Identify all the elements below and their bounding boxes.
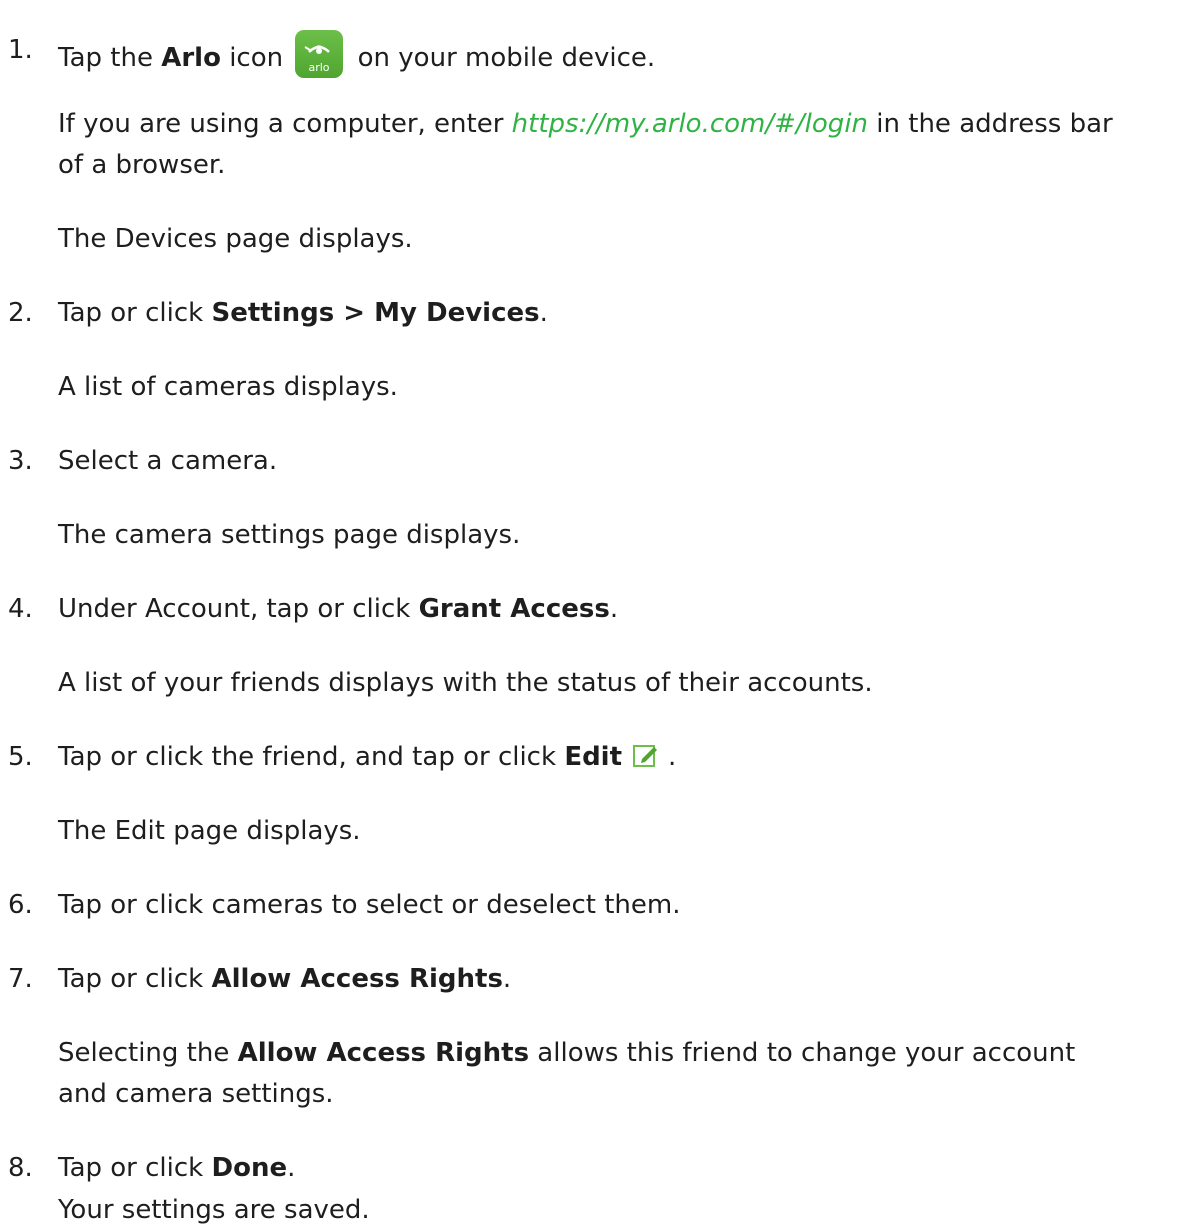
app-name: Arlo [161,43,221,73]
step-number: 8. [8,1153,33,1183]
step-2-result: A list of cameras displays. [58,372,398,402]
step-1-text: Tap the Arlo icon arlo on your mobile de… [58,30,655,78]
step-3-result: The camera settings page displays. [58,520,521,550]
step-number: 4. [8,594,33,624]
settings-my-devices-label: Settings > My Devices [211,298,540,328]
arlo-icon-label: arlo [309,61,330,74]
step-number: 5. [8,742,33,772]
edit-label: Edit [564,742,623,772]
step-number: 6. [8,890,33,920]
step-number: 3. [8,446,33,476]
step-8-text: Tap or click Done. [58,1153,296,1183]
pencil-edit-icon [632,741,660,769]
step-7-result: Selecting the Allow Access Rights allows… [58,1038,1076,1068]
step-5-result: The Edit page displays. [58,816,361,846]
step-number: 2. [8,298,33,328]
step-8-result: Your settings are saved. [58,1195,370,1225]
arlo-app-icon: arlo [295,30,344,78]
step-4-result: A list of your friends displays with the… [58,668,873,698]
step-7-result-line2: and camera settings. [58,1079,334,1109]
step-number: 1. [8,35,33,65]
step-4-text: Under Account, tap or click Grant Access… [58,594,619,624]
step-1-note: If you are using a computer, enter https… [58,109,1113,139]
step-number: 7. [8,964,33,994]
login-link[interactable]: https://my.arlo.com/#/login [512,109,868,139]
step-1-note-line2: of a browser. [58,150,226,180]
step-1-result: The Devices page displays. [58,224,413,254]
done-label: Done [211,1153,288,1183]
allow-access-rights-label: Allow Access Rights [211,964,503,994]
step-7-text: Tap or click Allow Access Rights. [58,964,512,994]
step-5-text: Tap or click the friend, and tap or clic… [58,741,677,772]
grant-access-label: Grant Access [418,594,610,624]
step-3-text: Select a camera. [58,446,278,476]
document: 1. Tap the Arlo icon arlo on your mobile… [0,0,1204,1225]
step-6-text: Tap or click cameras to select or desele… [58,890,681,920]
step-2-text: Tap or click Settings > My Devices. [58,298,548,328]
